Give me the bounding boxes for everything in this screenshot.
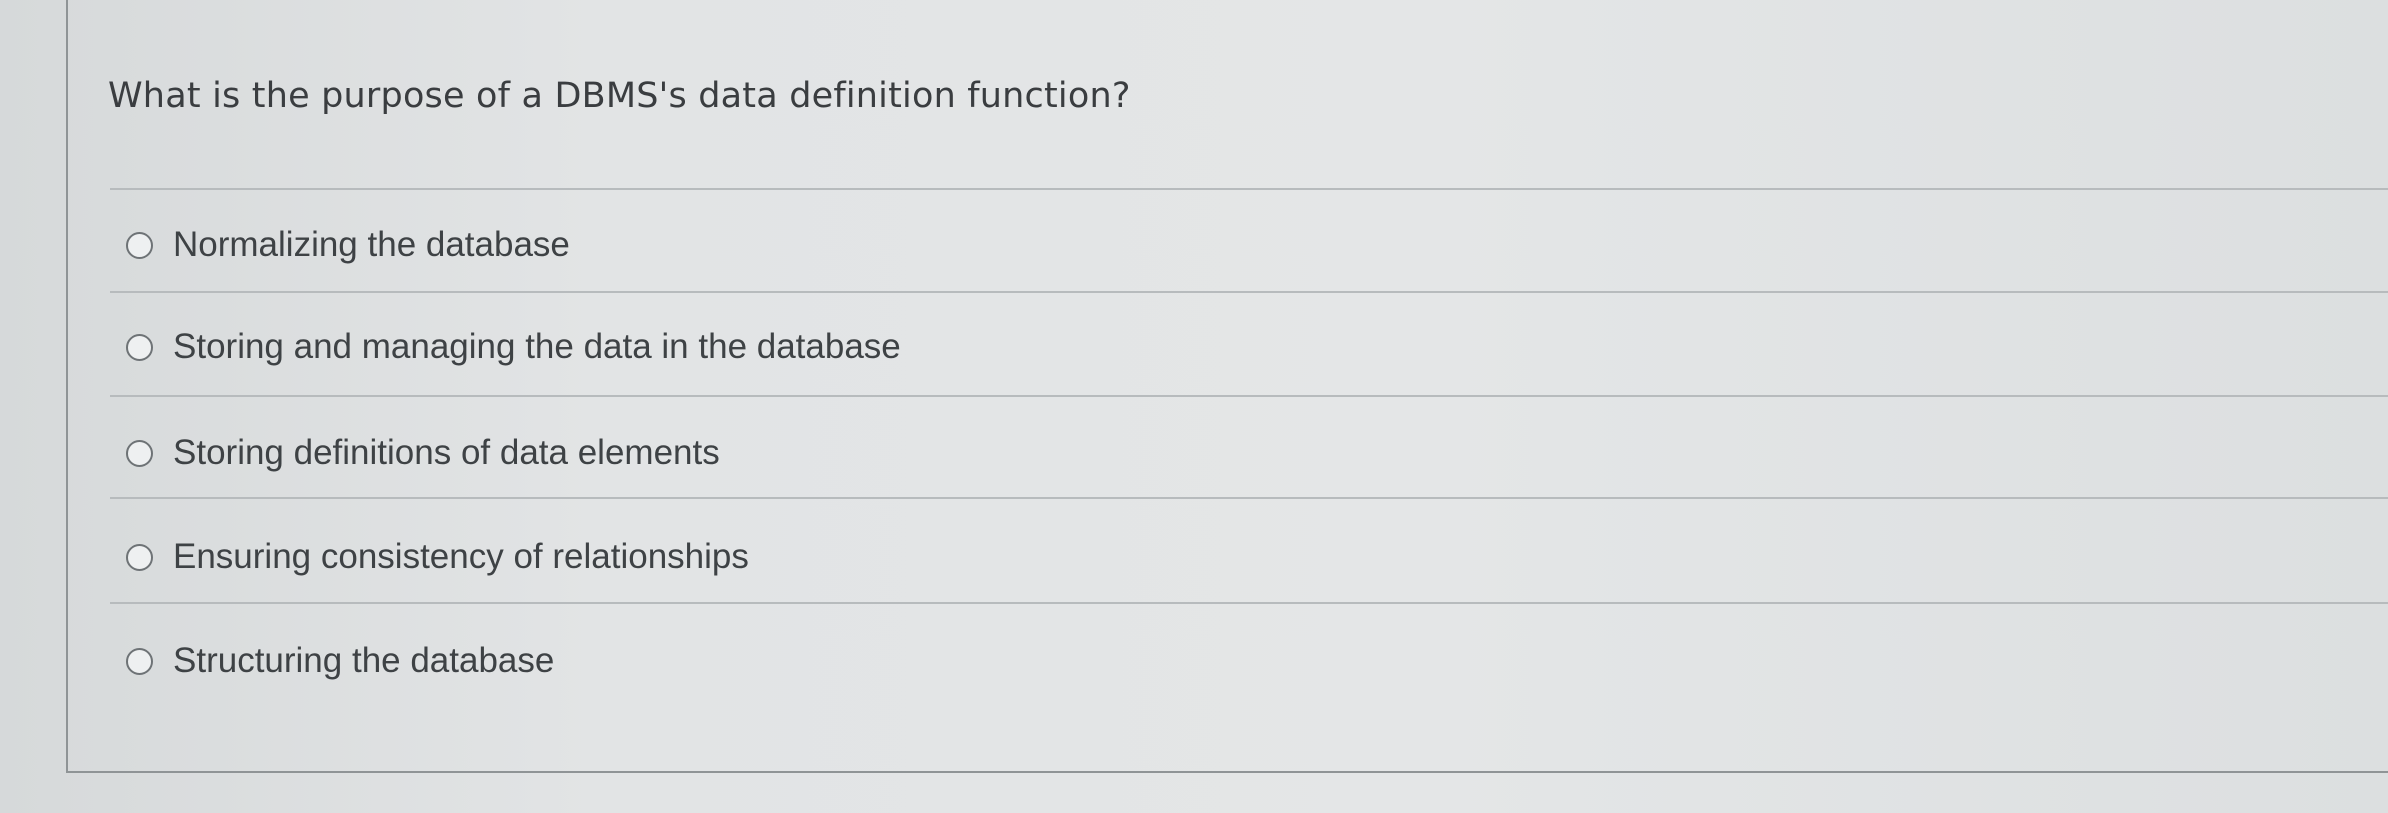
radio-button-icon[interactable] (126, 231, 153, 259)
answer-option-label: Storing and managing the data in the dat… (173, 327, 901, 366)
divider (110, 188, 2388, 190)
answer-option-4[interactable]: Ensuring consistency of relationships (126, 532, 749, 582)
divider (110, 497, 2388, 499)
radio-button-icon[interactable] (126, 333, 153, 361)
answer-option-1[interactable]: Normalizing the database (126, 220, 570, 270)
screen: What is the purpose of a DBMS's data def… (0, 0, 2388, 813)
divider (110, 395, 2388, 397)
radio-button-icon[interactable] (126, 543, 153, 571)
question-text: What is the purpose of a DBMS's data def… (108, 76, 1131, 116)
answer-option-label: Ensuring consistency of relationships (173, 537, 749, 576)
radio-button-icon[interactable] (126, 647, 153, 675)
answer-option-3[interactable]: Storing definitions of data elements (126, 428, 720, 478)
answer-option-2[interactable]: Storing and managing the data in the dat… (126, 322, 901, 372)
answer-option-label: Structuring the database (173, 641, 555, 680)
divider (110, 291, 2388, 293)
answer-option-label: Storing definitions of data elements (173, 433, 720, 472)
answer-option-5[interactable]: Structuring the database (126, 636, 554, 686)
divider (110, 602, 2388, 604)
radio-button-icon[interactable] (126, 439, 153, 467)
answer-option-label: Normalizing the database (173, 225, 570, 264)
question-card: What is the purpose of a DBMS's data def… (66, 0, 2388, 773)
